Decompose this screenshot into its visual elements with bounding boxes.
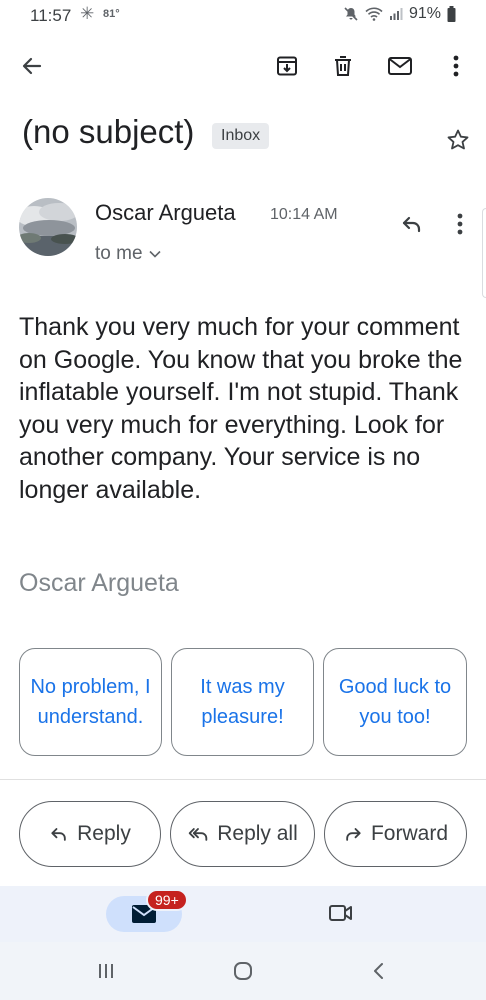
reply-label: Reply bbox=[77, 822, 131, 845]
star-icon bbox=[447, 129, 469, 150]
reply-all-button[interactable]: Reply all bbox=[170, 801, 315, 867]
status-indicators: 91% bbox=[343, 5, 456, 23]
system-back-button[interactable] bbox=[371, 961, 387, 986]
more-vert-icon bbox=[457, 213, 463, 235]
top-app-bar bbox=[0, 40, 486, 92]
mark-unread-icon bbox=[388, 57, 412, 75]
forward-label: Forward bbox=[370, 822, 449, 845]
smart-reply-button[interactable]: Good luck to you too! bbox=[323, 648, 467, 756]
recents-icon bbox=[99, 964, 113, 978]
recents-button[interactable] bbox=[96, 962, 116, 985]
delete-icon bbox=[335, 56, 351, 76]
reply-button[interactable]: Reply bbox=[19, 801, 161, 867]
delete-button[interactable] bbox=[323, 46, 363, 86]
archive-button[interactable] bbox=[267, 46, 307, 86]
sender-avatar[interactable] bbox=[19, 198, 77, 256]
message-more-button[interactable] bbox=[440, 204, 480, 244]
signal-icon bbox=[389, 8, 403, 20]
bottom-navigation: 99+ bbox=[0, 886, 486, 942]
mute-icon bbox=[344, 7, 358, 21]
battery-icon bbox=[447, 6, 456, 22]
battery-level: 91% bbox=[408, 5, 441, 22]
sender-name[interactable]: Oscar Argueta bbox=[95, 200, 236, 226]
status-time: 11:57 bbox=[30, 6, 72, 25]
home-icon bbox=[234, 962, 252, 980]
mark-unread-button[interactable] bbox=[380, 46, 420, 86]
recipient-details-toggle[interactable]: to me bbox=[95, 243, 161, 265]
inbox-label-chip[interactable]: Inbox bbox=[212, 123, 270, 149]
unread-count-badge: 99+ bbox=[146, 889, 188, 911]
smart-reply-button[interactable]: It was my pleasure! bbox=[171, 648, 314, 756]
reply-all-label: Reply all bbox=[217, 822, 298, 845]
reply-all-icon bbox=[188, 828, 208, 841]
star-button[interactable] bbox=[438, 120, 478, 160]
edge-panel-handle[interactable] bbox=[482, 208, 486, 298]
reply-icon bbox=[402, 216, 421, 233]
email-subject: (no subject) bbox=[22, 113, 195, 150]
status-bar: 11:57 ✳ 81° 91% bbox=[0, 0, 486, 34]
back-button[interactable] bbox=[12, 46, 52, 86]
more-vert-icon bbox=[453, 55, 459, 77]
archive-icon bbox=[277, 56, 297, 76]
forward-icon bbox=[346, 828, 361, 841]
back-arrow-icon bbox=[22, 57, 42, 75]
wifi-icon bbox=[365, 7, 383, 21]
smart-reply-button[interactable]: No problem, I understand. bbox=[19, 648, 162, 756]
video-camera-icon bbox=[329, 905, 352, 921]
sent-time: 10:14 AM bbox=[270, 206, 338, 223]
home-button[interactable] bbox=[233, 961, 253, 986]
divider bbox=[0, 779, 486, 780]
meet-tab[interactable] bbox=[328, 902, 354, 929]
reply-icon bbox=[51, 828, 66, 841]
fan-icon: ✳ bbox=[80, 4, 95, 23]
message-signature: Oscar Argueta bbox=[19, 569, 179, 597]
status-temperature: 81° bbox=[103, 8, 120, 20]
quick-reply-button[interactable] bbox=[392, 204, 432, 244]
chevron-down-icon bbox=[148, 250, 161, 258]
recipient-label: to me bbox=[95, 243, 143, 264]
more-options-button[interactable] bbox=[436, 46, 476, 86]
system-navigation-bar bbox=[0, 942, 486, 1000]
message-body: Thank you very much for your comment on … bbox=[19, 313, 463, 504]
chevron-left-icon bbox=[374, 963, 383, 979]
forward-button[interactable]: Forward bbox=[324, 801, 467, 867]
